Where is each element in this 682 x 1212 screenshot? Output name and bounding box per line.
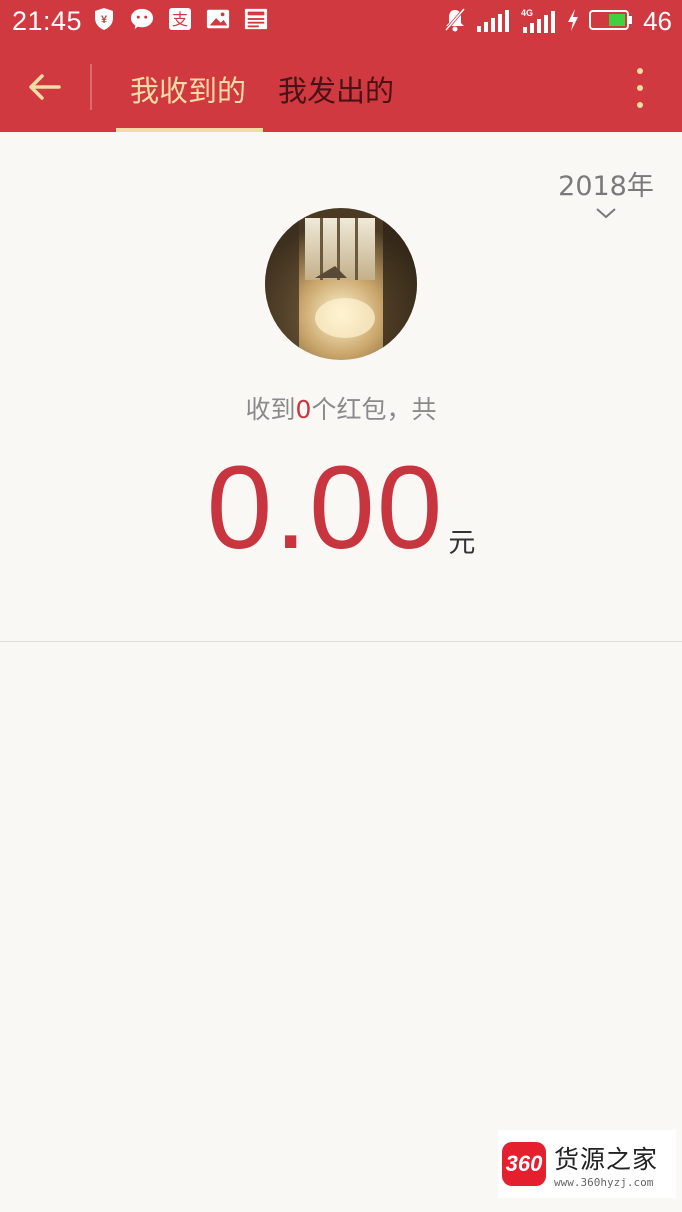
summary-suffix: 个红包，共 <box>311 395 437 424</box>
watermark-text: 货源之家 www.360hyzj.com <box>554 1140 658 1189</box>
total-amount: 0.00 元 <box>0 440 682 576</box>
gallery-icon <box>206 7 230 31</box>
summary-prefix: 收到 <box>245 395 296 424</box>
back-button[interactable] <box>20 66 70 108</box>
user-avatar <box>265 208 417 360</box>
arrow-left-icon <box>29 74 61 100</box>
svg-text:¥: ¥ <box>101 14 108 26</box>
charging-icon <box>567 8 579 36</box>
watermark-logo: 360 货源之家 www.360hyzj.com <box>498 1130 676 1198</box>
shield-yen-icon: ¥ <box>92 7 116 31</box>
app-toolbar: 我收到的 我发出的 <box>0 42 682 132</box>
signal-4g-icon: 4G <box>521 7 557 37</box>
tab-sent[interactable]: 我发出的 <box>278 68 394 110</box>
signal-icon <box>477 8 511 36</box>
mute-icon <box>443 7 467 37</box>
tab-received[interactable]: 我收到的 <box>130 68 246 110</box>
active-tab-indicator <box>116 128 263 132</box>
toolbar-divider <box>90 64 92 110</box>
year-label: 2018年 <box>558 171 654 202</box>
watermark-title: 货源之家 <box>554 1144 659 1174</box>
svg-text:支: 支 <box>172 10 188 29</box>
more-options-button[interactable] <box>632 68 648 108</box>
more-dot-icon <box>637 102 643 108</box>
more-dot-icon <box>637 85 643 91</box>
watermark-badge: 360 <box>502 1142 546 1186</box>
status-bar: 21:45 ¥ 支 4G 46 <box>0 0 682 42</box>
system-icons: 4G 46 <box>443 6 672 37</box>
svg-text:4G: 4G <box>521 8 533 18</box>
wechat-icon <box>130 7 154 31</box>
battery-icon <box>589 9 633 35</box>
status-time: 21:45 <box>12 6 83 36</box>
section-divider <box>0 641 682 642</box>
amount-value: 0.00 <box>206 442 445 574</box>
year-dropdown[interactable]: 2018年 <box>556 164 656 219</box>
battery-level: 46 <box>643 6 672 36</box>
amount-unit: 元 <box>448 528 476 559</box>
watermark-url: www.360hyzj.com <box>554 1175 654 1189</box>
alipay-icon: 支 <box>168 7 192 31</box>
more-dot-icon <box>637 68 643 74</box>
chevron-down-icon <box>596 208 616 219</box>
news-icon <box>244 7 268 31</box>
envelope-count: 0 <box>295 395 312 424</box>
notification-icons: ¥ 支 <box>92 7 268 31</box>
received-summary: 收到0个红包，共 <box>0 390 682 426</box>
